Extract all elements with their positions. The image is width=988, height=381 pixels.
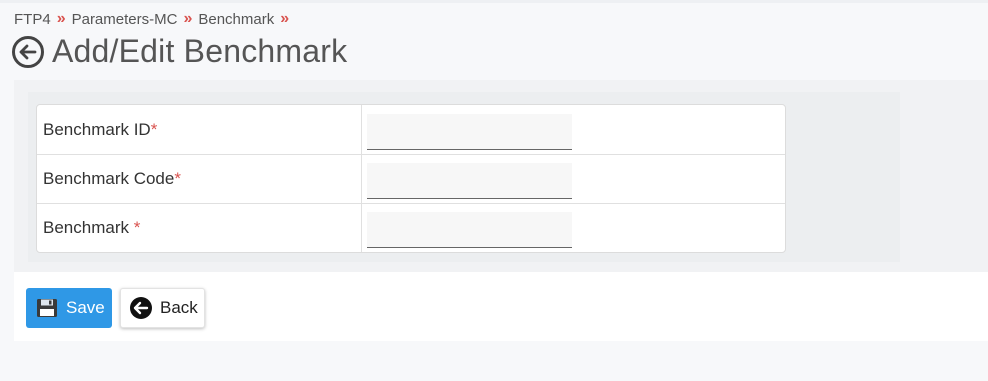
circle-arrow-left-icon [130,297,152,319]
benchmark-code-input[interactable] [367,163,572,199]
benchmark-id-label: Benchmark ID* [37,105,362,154]
form-row-benchmark-code: Benchmark Code* [37,154,785,203]
breadcrumb-separator: » [280,10,290,27]
required-mark: * [133,218,141,237]
benchmark-label: Benchmark * [37,203,362,252]
back-button-label: Back [160,298,198,317]
breadcrumb-item-parameters-mc[interactable]: Parameters-MC [72,11,178,28]
back-button[interactable]: Back [120,288,205,328]
required-mark: * [174,169,181,188]
circle-arrow-left-icon[interactable] [12,35,44,68]
benchmark-input[interactable] [367,212,572,248]
save-button[interactable]: Save [26,288,112,328]
top-strip [0,0,988,3]
benchmark-id-input[interactable] [367,113,572,150]
form-row-benchmark-id: Benchmark ID* [37,105,785,154]
save-button-label: Save [66,298,105,317]
page-title: Add/Edit Benchmark [52,33,348,69]
breadcrumb-item-ftp4[interactable]: FTP4 [14,11,51,28]
breadcrumb-separator: » [56,10,66,27]
breadcrumb-separator: » [183,10,193,27]
breadcrumb: FTP4 » Parameters-MC » Benchmark » [14,10,295,28]
breadcrumb-item-benchmark[interactable]: Benchmark [198,11,274,28]
form-row-benchmark: Benchmark * [37,203,785,252]
required-mark: * [150,119,158,139]
benchmark-form: Benchmark ID* Benchmark Code* Benchmark … [36,104,786,253]
page-header: Add/Edit Benchmark [12,33,347,70]
floppy-disk-icon [36,298,58,318]
benchmark-code-label: Benchmark Code* [37,154,362,203]
